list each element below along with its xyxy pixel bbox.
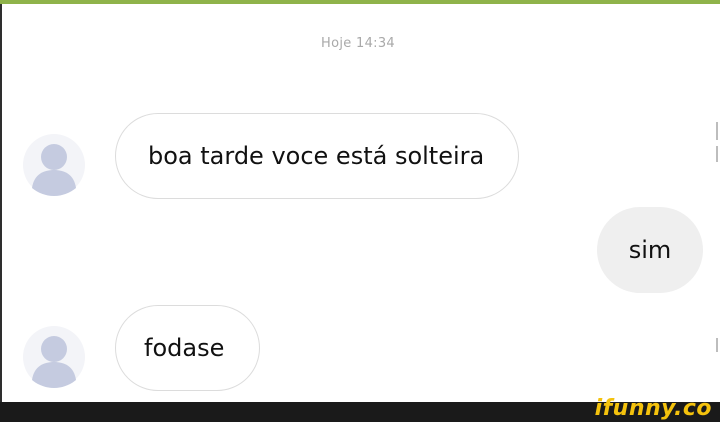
message-text: sim <box>628 236 672 264</box>
sender-avatar-icon[interactable] <box>22 325 86 389</box>
top-accent-line <box>0 0 720 4</box>
right-edge-mark <box>716 122 718 140</box>
right-edge-mark <box>716 338 718 352</box>
message-bubble-outgoing[interactable]: sim <box>597 207 703 293</box>
right-edge-mark <box>716 146 718 162</box>
sender-avatar-icon[interactable] <box>22 133 86 197</box>
message-text: fodase <box>144 334 225 362</box>
message-text: boa tarde voce está solteira <box>148 142 485 170</box>
watermark-bar: ifunny.co <box>0 396 720 422</box>
message-bubble-incoming[interactable]: boa tarde voce está solteira <box>115 113 519 199</box>
ifunny-watermark: ifunny.co <box>594 396 712 421</box>
left-border <box>0 4 2 402</box>
conversation-timestamp: Hoje 14:34 <box>321 36 395 51</box>
message-bubble-incoming[interactable]: fodase <box>115 305 260 391</box>
